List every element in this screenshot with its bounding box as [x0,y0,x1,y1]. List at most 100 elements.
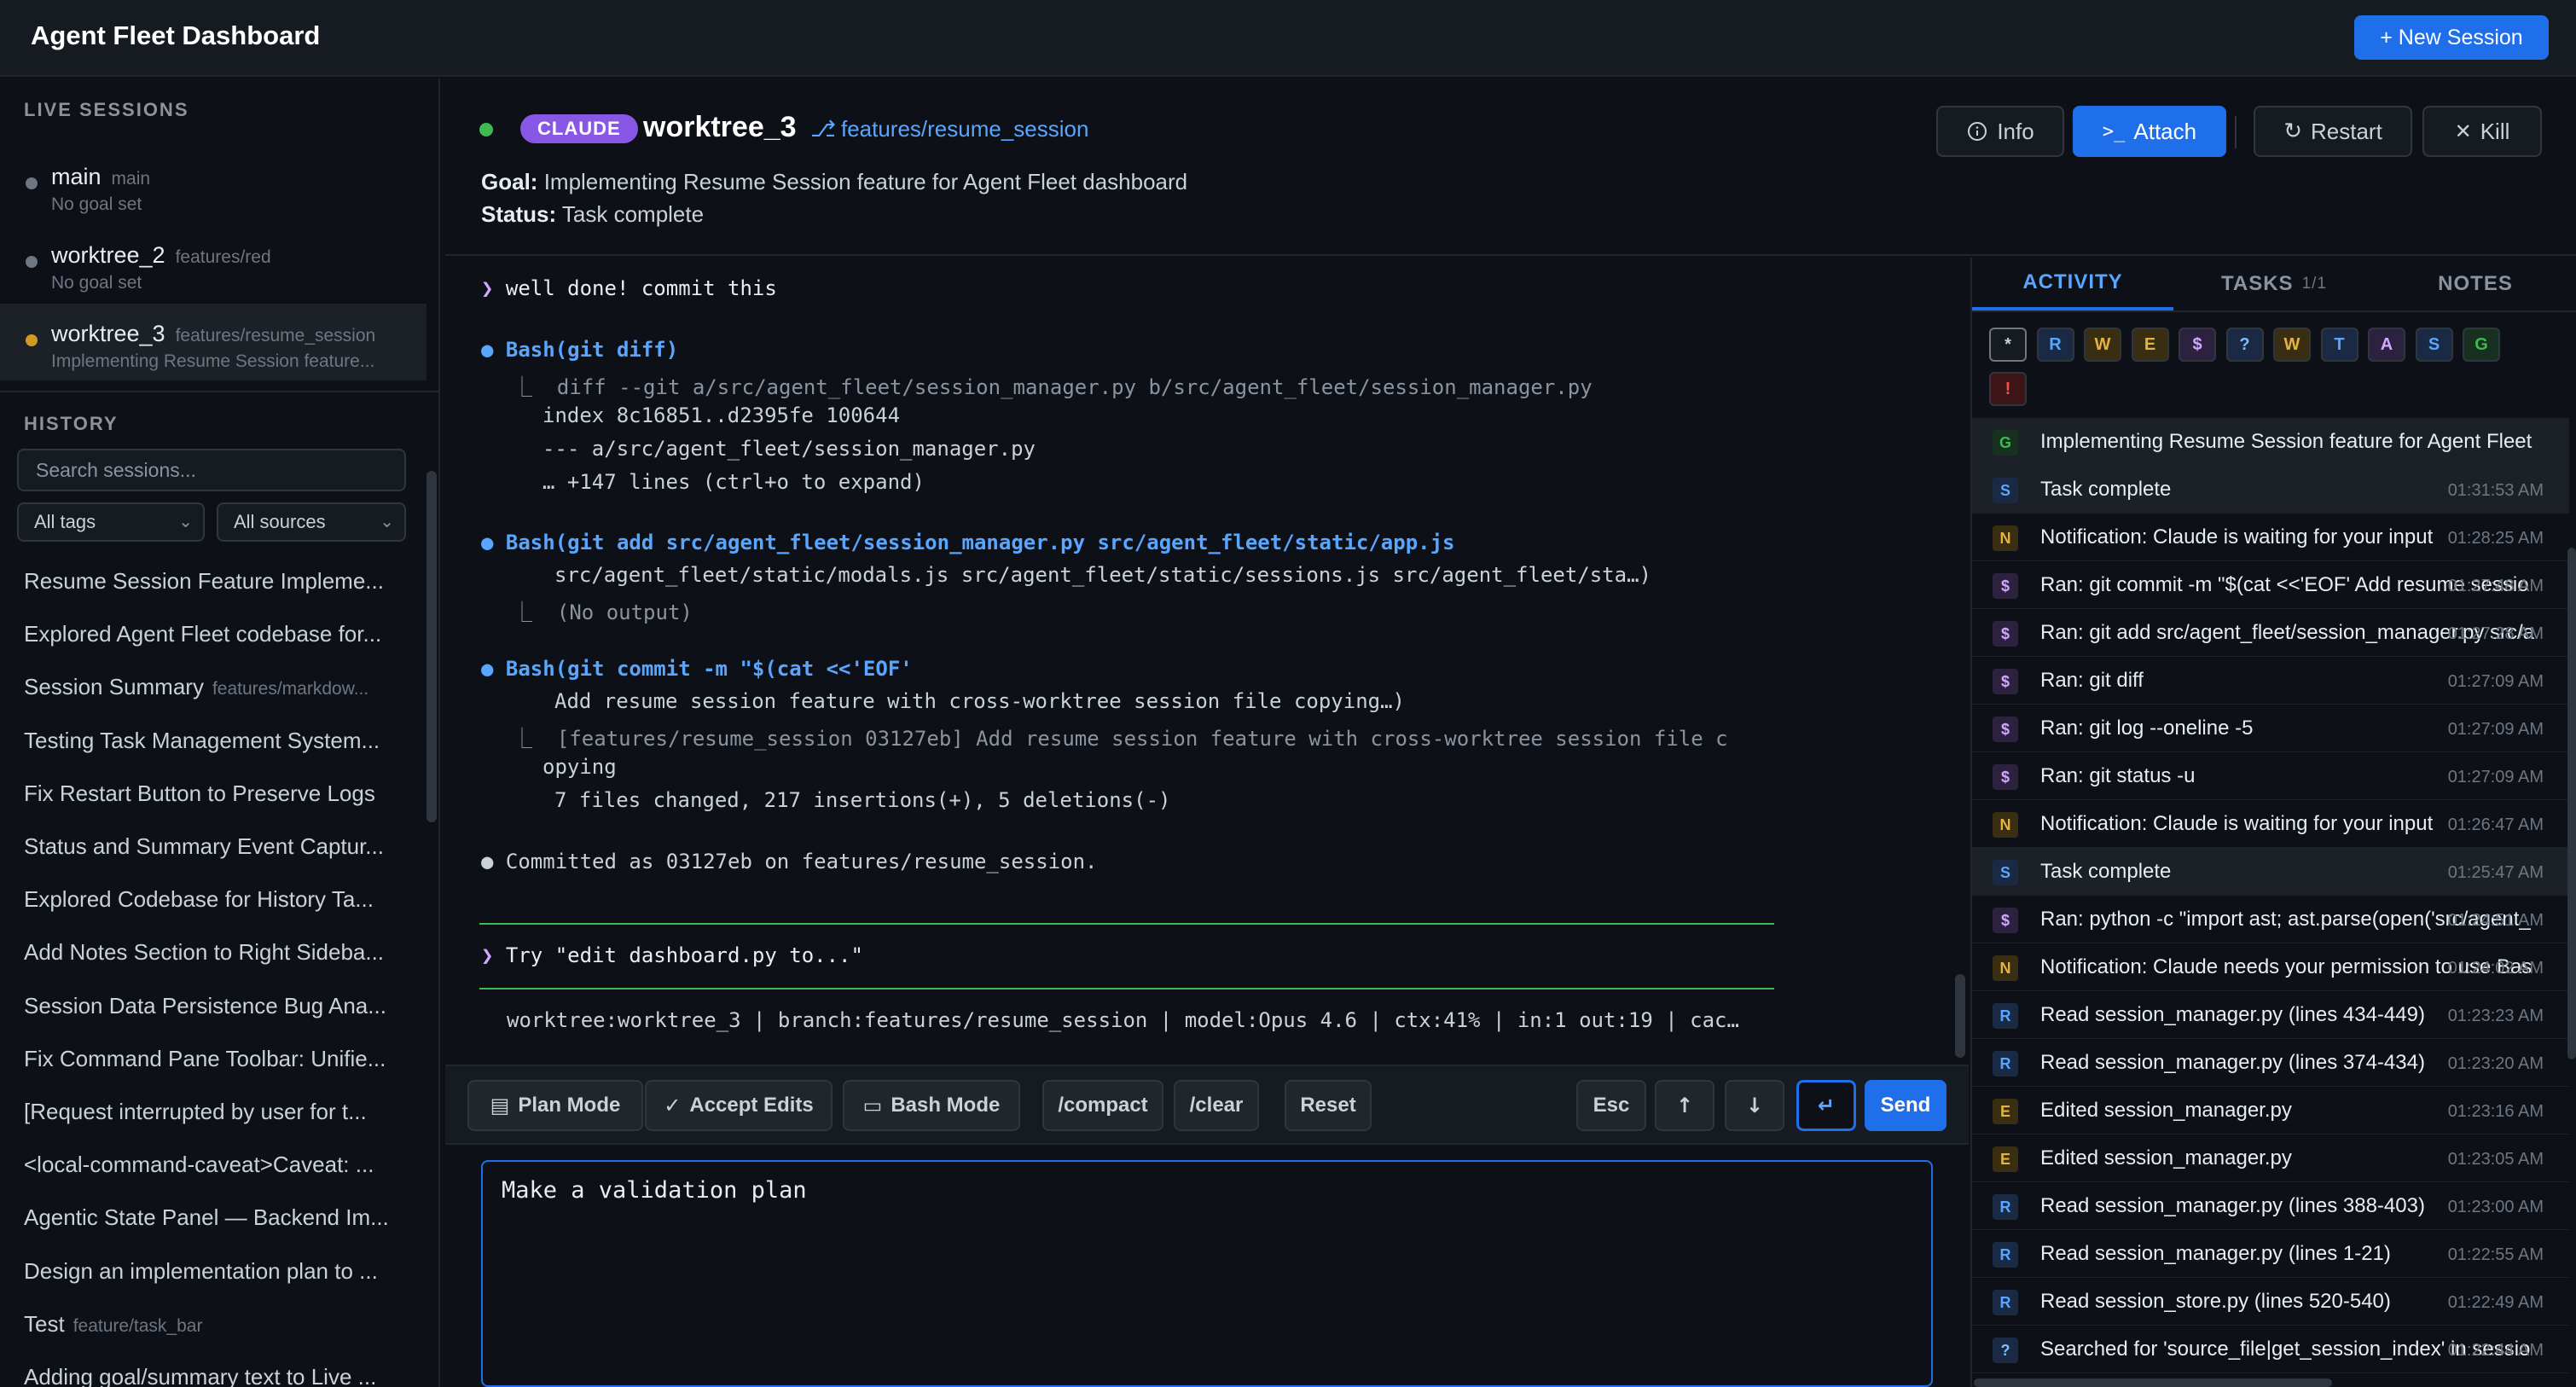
activity-filter-chip[interactable]: R [2036,328,2074,362]
live-session-main[interactable]: main main No goal set [0,147,426,223]
activity-row[interactable]: E Edited session_manager.py 01:23:05 AM [1972,1135,2569,1182]
compact-button[interactable]: /compact [1042,1080,1163,1131]
activity-scrollbar[interactable] [2567,548,2576,1059]
down-arrow-button[interactable]: ↓ [1725,1080,1784,1131]
history-item[interactable]: Add Notes Section to Right Sideba... [24,939,399,966]
tab-activity[interactable]: ACTIVITY [1972,258,2173,310]
history-item[interactable]: Testing Task Management System... [24,728,399,754]
history-item[interactable]: Adding goal/summary text to Live ... [24,1364,399,1387]
activity-filter-chip[interactable]: A [2368,328,2405,362]
sidebar: LIVE SESSIONS main main No goal set worktre… [0,78,440,1387]
goal-line: Goal: Implementing Resume Session featur… [481,169,1187,195]
live-session-worktree-3[interactable]: worktree_3 features/resume_session Impleme… [0,304,426,380]
activity-type-badge: $ [1993,669,2018,694]
activity-row[interactable]: R Read session_manager.py (lines 1-21) 01:… [1972,1230,2569,1278]
accept-edits-label: Accept Edits [689,1094,814,1117]
activity-filter-chip[interactable]: G [2463,328,2500,362]
suggestion-line: ❯ Try "edit dashboard.py to..." [481,943,863,967]
activity-timestamp: 01:27:09 AM [2447,672,2544,691]
user-message-line: ❯ well done! commit this [481,276,777,300]
attach-label: Attach [2133,118,2197,144]
history-item[interactable]: [Request interrupted by user for t... [24,1099,399,1125]
activity-row[interactable]: $ Ran: git add src/agent_fleet/session_ma… [1972,609,2569,657]
history-item[interactable]: Design an implementation plan to ... [24,1258,399,1285]
session-status-dot [26,177,38,189]
activity-row[interactable]: G Implementing Resume Session feature for… [1972,418,2569,466]
activity-row[interactable]: $ Ran: git status -u 01:27:09 AM [1972,752,2569,800]
activity-filter-chip[interactable]: $ [2179,328,2216,362]
restart-button[interactable]: ↻ Restart [2254,106,2412,157]
activity-filter-chip[interactable]: W [2084,328,2121,362]
history-item-title: Adding goal/summary text to Live ... [24,1364,377,1387]
activity-filter-chip[interactable]: ? [2225,328,2264,362]
history-search-input[interactable] [17,449,406,491]
activity-type-badge: R [1993,1051,2018,1077]
tab-notes[interactable]: NOTES [2375,258,2576,310]
activity-row[interactable]: R Read session_manager.py (lines 434-449)… [1972,991,2569,1039]
reset-button[interactable]: Reset [1285,1080,1372,1131]
terminal-output[interactable]: ❯ well done! commit this ● Bash(git diff… [445,258,1969,1063]
history-item[interactable]: Fix Command Pane Toolbar: Unifie... [24,1046,399,1072]
activity-type-badge: $ [1993,764,2018,790]
activity-row[interactable]: N Notification: Claude is waiting for you… [1972,514,2569,561]
clear-button[interactable]: /clear [1174,1080,1259,1131]
escape-button[interactable]: Esc [1576,1080,1646,1131]
activity-row[interactable]: N Notification: Claude is waiting for you… [1972,800,2569,848]
activity-row[interactable]: $ Ran: python -c "import ast; ast.parse(o… [1972,896,2569,943]
status-line-text: worktree:worktree_3 | branch:features/re… [507,1008,1739,1032]
activity-filter-chip[interactable]: S [2415,328,2453,362]
sources-filter-select[interactable]: All sources ⌄ [217,502,406,542]
activity-filter-chip[interactable]: T [2320,328,2358,362]
tags-filter-select[interactable]: All tags ⌄ [17,502,205,542]
history-item[interactable]: Status and Summary Event Captur... [24,833,399,860]
activity-row[interactable]: ? Searched for 'source_file|get_session_i… [1972,1326,2569,1373]
send-button[interactable]: Send [1865,1080,1947,1131]
activity-type-badge: S [1993,860,2018,885]
new-session-button[interactable]: + New Session [2354,15,2549,60]
history-item[interactable]: Agentic State Panel — Backend Im... [24,1204,399,1231]
history-item[interactable]: Fix Restart Button to Preserve Logs [24,781,399,807]
live-session-worktree-2[interactable]: worktree_2 features/red No goal set [0,225,426,302]
activity-row[interactable]: S Task complete 01:25:47 AM [1972,848,2569,896]
history-item[interactable]: Explored Agent Fleet codebase for... [24,621,399,647]
history-item[interactable]: Session Data Persistence Bug Ana... [24,993,399,1019]
agent-badge: CLAUDE [520,114,638,143]
history-item[interactable]: Test feature/task_bar [24,1311,399,1338]
bash-mode-button[interactable]: ▭ Bash Mode [843,1080,1020,1131]
activity-row[interactable]: N Notification: Claude needs your permiss… [1972,943,2569,991]
sidebar-scrollbar[interactable] [426,471,437,822]
kill-button[interactable]: ✕ Kill [2422,106,2542,157]
branch-link[interactable]: ⎇ features/resume_session [810,116,1088,142]
activity-filter-chip[interactable]: ! [1989,372,2027,406]
activity-row[interactable]: $ Ran: git log --oneline -5 01:27:09 AM [1972,705,2569,752]
info-button[interactable]: Info [1936,106,2064,157]
info-label: Info [1997,118,2034,144]
enter-key-button[interactable]: ↵ [1796,1080,1856,1131]
activity-timestamp: 01:22:44 AM [2447,1341,2544,1360]
activity-filter-chip[interactable]: W [2273,328,2311,362]
tool-call: Bash(git diff) [505,338,679,362]
activity-row[interactable]: R Read session_store.py (lines 520-540) 01… [1972,1278,2569,1326]
up-arrow-button[interactable]: ↑ [1655,1080,1714,1131]
history-item[interactable]: Explored Codebase for History Ta... [24,886,399,913]
prompt-input[interactable]: Make a validation plan [481,1160,1933,1387]
history-item[interactable]: Resume Session Feature Impleme... [24,568,399,595]
tab-tasks[interactable]: TASKS 1/1 [2173,258,2375,310]
activity-row[interactable]: R Read session_manager.py (lines 374-434)… [1972,1039,2569,1087]
accept-edits-button[interactable]: ✓ Accept Edits [645,1080,833,1131]
activity-row[interactable]: $ Ran: git commit -m "$(cat <<'EOF' Add r… [1972,561,2569,609]
activity-row[interactable]: R Read session_manager.py (lines 388-403)… [1972,1182,2569,1230]
terminal-scrollbar[interactable] [1955,974,1965,1058]
activity-row[interactable]: $ Ran: git diff 01:27:09 AM [1972,657,2569,705]
activity-row[interactable]: E Edited session_manager.py 01:23:16 AM [1972,1087,2569,1135]
activity-row[interactable]: S Task complete 01:31:53 AM [1972,466,2569,514]
activity-filter-chip[interactable]: * [1989,328,2027,362]
session-goal: Implementing Resume Session feature... [51,351,375,371]
plan-mode-button[interactable]: ▤ Plan Mode [467,1080,643,1131]
history-item[interactable]: <local-command-caveat>Caveat: ... [24,1152,399,1178]
history-item[interactable]: Session Summary features/markdow... [24,674,399,700]
activity-filter-chip[interactable]: E [2131,328,2169,362]
tool-output-line: … +147 lines (ctrl+o to expand) [542,470,925,494]
activity-horizontal-scrollbar[interactable] [1974,1378,2332,1387]
attach-button[interactable]: >_ Attach [2073,106,2226,157]
